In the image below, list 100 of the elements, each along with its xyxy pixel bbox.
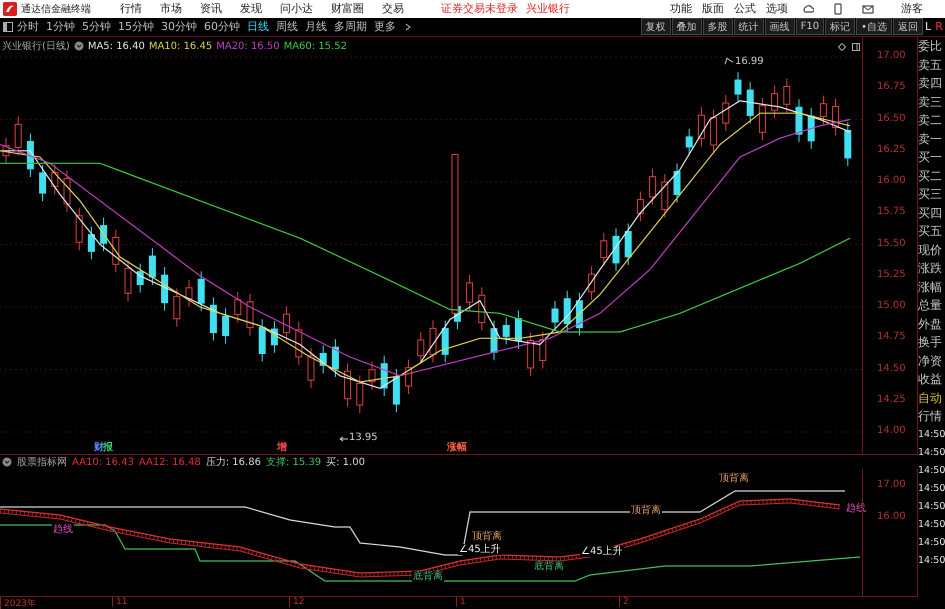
candlestick: [88, 226, 95, 260]
candlestick: [332, 338, 339, 378]
signal-label: 顶背离: [630, 505, 662, 516]
price-tick: 14.25: [877, 394, 906, 405]
time-label: 14:50: [918, 428, 945, 442]
candlestick: [514, 310, 522, 350]
quote-label: 涨幅: [918, 278, 943, 296]
quote-label: 买五: [918, 223, 943, 240]
cloud-icon: [802, 2, 814, 15]
candlestick: [405, 359, 412, 395]
candlestick: [112, 228, 120, 273]
event-marker[interactable]: 财: [94, 440, 104, 454]
side-mark[interactable]: R: [935, 20, 943, 34]
quote-label: 净资: [918, 352, 943, 370]
menu-item[interactable]: 市场: [160, 1, 182, 16]
quote-label: 卖一: [918, 130, 943, 148]
auto-toggle[interactable]: 自动: [918, 388, 945, 407]
period-tab[interactable]: 多周期: [334, 19, 367, 34]
signal-label: ∠45上升: [580, 546, 624, 557]
candlestick: [173, 288, 180, 328]
menu-item[interactable]: 发现: [240, 1, 262, 16]
chevron-down-circle-icon: [2, 457, 12, 467]
toolbar-button[interactable]: 标记: [825, 18, 856, 36]
quote-label: 换手: [918, 334, 943, 351]
toolbar-button[interactable]: 叠加: [672, 18, 702, 36]
candlestick: [295, 321, 302, 366]
candlestick: [734, 72, 742, 103]
quote-label: 卖五: [918, 56, 943, 74]
price-tick: 15.50: [877, 238, 906, 248]
toolbar-button[interactable]: 返回: [893, 18, 923, 36]
ma-value: MA10: 16.45: [148, 40, 212, 52]
toolbar-button[interactable]: F10: [796, 18, 824, 36]
period-tab[interactable]: 分时: [17, 19, 39, 34]
toolbar-button[interactable]: 复权: [640, 18, 671, 36]
candlestick: [2, 137, 10, 164]
quote-label: 卖三: [918, 94, 943, 110]
price-tick: 16.25: [877, 144, 906, 155]
candlestick: [796, 98, 802, 143]
more-tab[interactable]: 更多: [374, 19, 396, 34]
price-tick: 14.50: [877, 362, 906, 374]
signal-label: 顶背离: [718, 473, 750, 484]
indicator-value: 支撑: 15.39: [266, 456, 322, 469]
signal-label: 趋线: [52, 524, 74, 535]
menu-item[interactable]: 行情: [120, 1, 142, 16]
period-tab[interactable]: 30分钟: [161, 19, 197, 34]
candlestick: [186, 279, 192, 308]
candlestick: [636, 191, 644, 222]
menu-item[interactable]: 交易: [382, 1, 404, 16]
menu-item[interactable]: 资讯: [200, 1, 222, 16]
period-tab[interactable]: 60分钟: [204, 19, 240, 34]
period-tab[interactable]: 1分钟: [46, 19, 75, 34]
candlestick: [466, 274, 474, 311]
event-marker[interactable]: 涨幅: [447, 440, 467, 454]
price-tick: 14.00: [877, 425, 906, 436]
quote-label: 卖二: [918, 112, 943, 129]
period-tab[interactable]: 5分钟: [82, 19, 111, 34]
menu-item[interactable]: 问小达: [280, 1, 313, 16]
quote-label: 行情: [918, 408, 943, 425]
candlestick: [783, 78, 790, 113]
period-tab[interactable]: 周线: [276, 19, 298, 34]
menu-item[interactable]: 选项: [766, 1, 788, 16]
candlestick: [758, 97, 766, 141]
toolbar-button[interactable]: 画线: [764, 18, 795, 36]
notice-link[interactable]: 兴业银行: [526, 1, 570, 16]
quote-label: 外盘: [918, 316, 943, 332]
candlestick: [234, 291, 242, 324]
ma-value: MA60: 15.52: [284, 40, 347, 52]
toolbar-button[interactable]: •自选: [856, 18, 892, 36]
candlestick: [820, 95, 827, 126]
period-tab[interactable]: 日线: [247, 19, 269, 34]
event-marker[interactable]: 报: [103, 440, 113, 454]
period-tab[interactable]: 月线: [305, 19, 327, 34]
user-label[interactable]: 游客: [901, 1, 923, 16]
indicator-name: 股票指标网: [17, 456, 67, 469]
time-label: 14:50: [918, 482, 945, 496]
menu-item[interactable]: 公式: [734, 1, 756, 16]
candlestick: [198, 270, 205, 312]
toolbar-button[interactable]: 统计: [734, 18, 764, 36]
menu-item[interactable]: 财富圈: [331, 1, 364, 16]
menu-item[interactable]: 功能: [670, 1, 692, 16]
price-tick: 16.50: [877, 112, 906, 124]
date-label: 11: [112, 597, 128, 607]
candlestick: [161, 266, 168, 312]
period-tab[interactable]: 15分钟: [118, 19, 154, 34]
event-marker[interactable]: 增: [277, 440, 287, 454]
menu-item[interactable]: 版面: [702, 1, 724, 16]
candlestick: [430, 320, 436, 364]
indicator-value: 买: 1.00: [326, 456, 365, 469]
candlestick: [686, 128, 693, 156]
quote-label: 卖四: [918, 75, 943, 92]
candlestick: [661, 174, 668, 218]
time-label: 14:50: [918, 464, 945, 478]
notice-link[interactable]: 证券交易未登录: [441, 1, 518, 16]
phone-icon: [832, 2, 844, 15]
price-tick: 15.00: [877, 300, 906, 311]
candlestick: [552, 300, 558, 330]
candlestick: [576, 292, 583, 336]
quote-label: 买一: [918, 149, 943, 166]
side-mark[interactable]: L: [925, 20, 932, 34]
toolbar-button[interactable]: 多股: [702, 18, 733, 36]
